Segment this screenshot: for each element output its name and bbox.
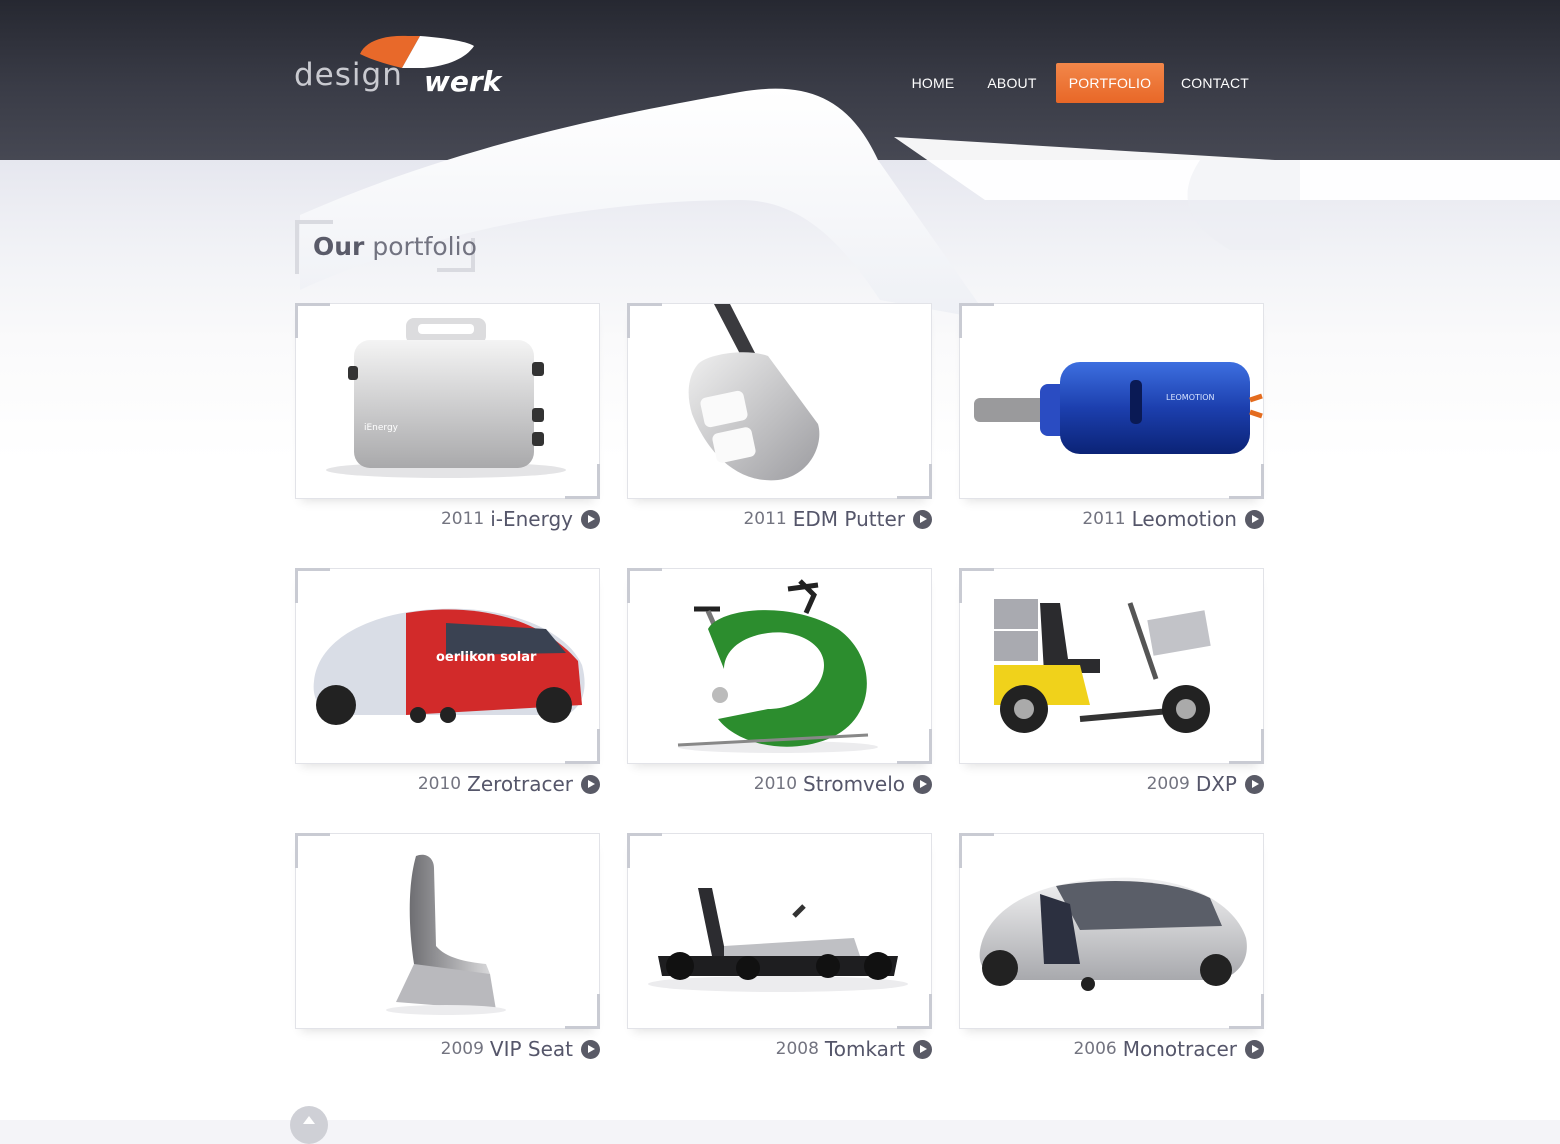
play-circle-icon[interactable] bbox=[913, 509, 932, 529]
portfolio-year: 2011 bbox=[1082, 509, 1126, 529]
frame-corner-bottom-right bbox=[565, 729, 600, 764]
play-circle-icon[interactable] bbox=[1245, 774, 1264, 794]
designwerk-logo[interactable]: design werk bbox=[294, 34, 530, 98]
portfolio-caption[interactable]: 2009 VIP Seat bbox=[441, 1037, 600, 1061]
play-circle-icon[interactable] bbox=[913, 774, 932, 794]
portfolio-thumbnail[interactable] bbox=[627, 833, 932, 1029]
portfolio-caption[interactable]: 2009 DXP bbox=[1147, 772, 1264, 796]
page-title: Our portfolio bbox=[295, 220, 477, 274]
nav-portfolio[interactable]: PORTFOLIO bbox=[1056, 63, 1164, 103]
portfolio-thumbnail[interactable] bbox=[295, 833, 600, 1029]
portfolio-name: Tomkart bbox=[824, 1037, 905, 1061]
green-exercise-bike-image bbox=[677, 579, 878, 753]
portfolio-year: 2008 bbox=[775, 1039, 819, 1059]
portfolio-year: 2010 bbox=[417, 774, 462, 794]
portfolio-name: Stromvelo bbox=[803, 772, 905, 796]
seat-image bbox=[386, 854, 506, 1015]
svg-text:oerlikon solar: oerlikon solar bbox=[436, 650, 537, 665]
portfolio-name: Leomotion bbox=[1131, 507, 1237, 531]
frame-corner-top-left bbox=[627, 568, 662, 603]
portfolio-caption[interactable]: 2010 Zerotracer bbox=[418, 772, 600, 796]
play-circle-icon[interactable] bbox=[1245, 1039, 1264, 1059]
portfolio-name: Zerotracer bbox=[467, 772, 573, 796]
blue-motor-image: LEOMOTION bbox=[974, 362, 1263, 454]
page-title-bold: Our bbox=[313, 232, 365, 261]
portfolio-caption[interactable]: 2006 Monotracer bbox=[1073, 1037, 1264, 1061]
portfolio-caption[interactable]: 2008 Tomkart bbox=[776, 1037, 932, 1061]
play-circle-icon[interactable] bbox=[581, 774, 600, 794]
svg-text:LEOMOTION: LEOMOTION bbox=[1166, 393, 1215, 402]
frame-corner-bottom-right bbox=[1229, 729, 1264, 764]
portfolio-caption[interactable]: 2010 Stromvelo bbox=[754, 772, 932, 796]
frame-corner-bottom-right bbox=[565, 464, 600, 499]
svg-text:iEnergy: iEnergy bbox=[364, 423, 399, 433]
arrow-up-icon[interactable] bbox=[290, 1106, 328, 1144]
golf-putter-image bbox=[688, 304, 820, 481]
play-circle-icon[interactable] bbox=[581, 509, 600, 529]
battery-box-image: iEnergy bbox=[326, 318, 566, 478]
portfolio-name: DXP bbox=[1195, 772, 1237, 796]
frame-corner-top-left bbox=[295, 833, 330, 868]
page-title-light: portfolio bbox=[372, 232, 477, 261]
portfolio-year: 2011 bbox=[743, 509, 787, 529]
frame-corner-top-left bbox=[627, 303, 662, 338]
nav-about[interactable]: ABOUT bbox=[974, 63, 1050, 103]
frame-corner-top-left bbox=[959, 833, 994, 868]
portfolio-name: i-Energy bbox=[490, 507, 573, 531]
portfolio-year: 2009 bbox=[1146, 774, 1190, 794]
nav-home[interactable]: HOME bbox=[896, 63, 970, 103]
enclosed-motorcycle-image bbox=[979, 877, 1247, 991]
portfolio-thumbnail[interactable]: oerlikon solar bbox=[295, 568, 600, 764]
portfolio-year: 2006 bbox=[1073, 1039, 1117, 1059]
header-swoosh-decoration bbox=[300, 88, 1560, 320]
frame-corner-top-left bbox=[959, 568, 994, 603]
delivery-scooter-image bbox=[994, 599, 1211, 733]
nav-contact[interactable]: CONTACT bbox=[1170, 63, 1260, 103]
frame-corner-top-left bbox=[295, 568, 330, 603]
portfolio-name: EDM Putter bbox=[792, 507, 905, 531]
frame-corner-bottom-right bbox=[897, 464, 932, 499]
logo-text-design: design bbox=[294, 57, 403, 93]
portfolio-caption[interactable]: 2011 i-Energy bbox=[441, 507, 600, 531]
frame-corner-top-left bbox=[959, 303, 994, 338]
portfolio-year: 2011 bbox=[440, 509, 485, 529]
play-circle-icon[interactable] bbox=[1245, 509, 1264, 529]
frame-corner-top-left bbox=[295, 303, 330, 338]
portfolio-thumbnail[interactable] bbox=[627, 568, 932, 764]
frame-corner-bottom-right bbox=[897, 994, 932, 1029]
portfolio-caption[interactable]: 2011 Leomotion bbox=[1082, 507, 1264, 531]
racing-vehicle-image: oerlikon solar bbox=[313, 608, 585, 725]
logo-text-werk: werk bbox=[424, 65, 502, 98]
portfolio-name: Monotracer bbox=[1122, 1037, 1237, 1061]
portfolio-thumbnail[interactable] bbox=[627, 303, 932, 499]
play-circle-icon[interactable] bbox=[581, 1039, 600, 1059]
frame-corner-bottom-right bbox=[1229, 464, 1264, 499]
go-kart-image bbox=[648, 888, 908, 992]
portfolio-year: 2010 bbox=[753, 774, 798, 794]
frame-corner-bottom-right bbox=[565, 994, 600, 1029]
frame-corner-top-left bbox=[627, 833, 662, 868]
frame-corner-bottom-right bbox=[897, 729, 932, 764]
portfolio-year: 2009 bbox=[440, 1039, 484, 1059]
portfolio-caption[interactable]: 2011 EDM Putter bbox=[743, 507, 932, 531]
portfolio-thumbnail[interactable] bbox=[959, 833, 1264, 1029]
portfolio-thumbnail[interactable] bbox=[959, 568, 1264, 764]
play-circle-icon[interactable] bbox=[913, 1039, 932, 1059]
portfolio-name: VIP Seat bbox=[489, 1037, 573, 1061]
frame-corner-bottom-right bbox=[1229, 994, 1264, 1029]
portfolio-thumbnail[interactable]: iEnergy bbox=[295, 303, 600, 499]
portfolio-thumbnail[interactable]: LEOMOTION bbox=[959, 303, 1264, 499]
